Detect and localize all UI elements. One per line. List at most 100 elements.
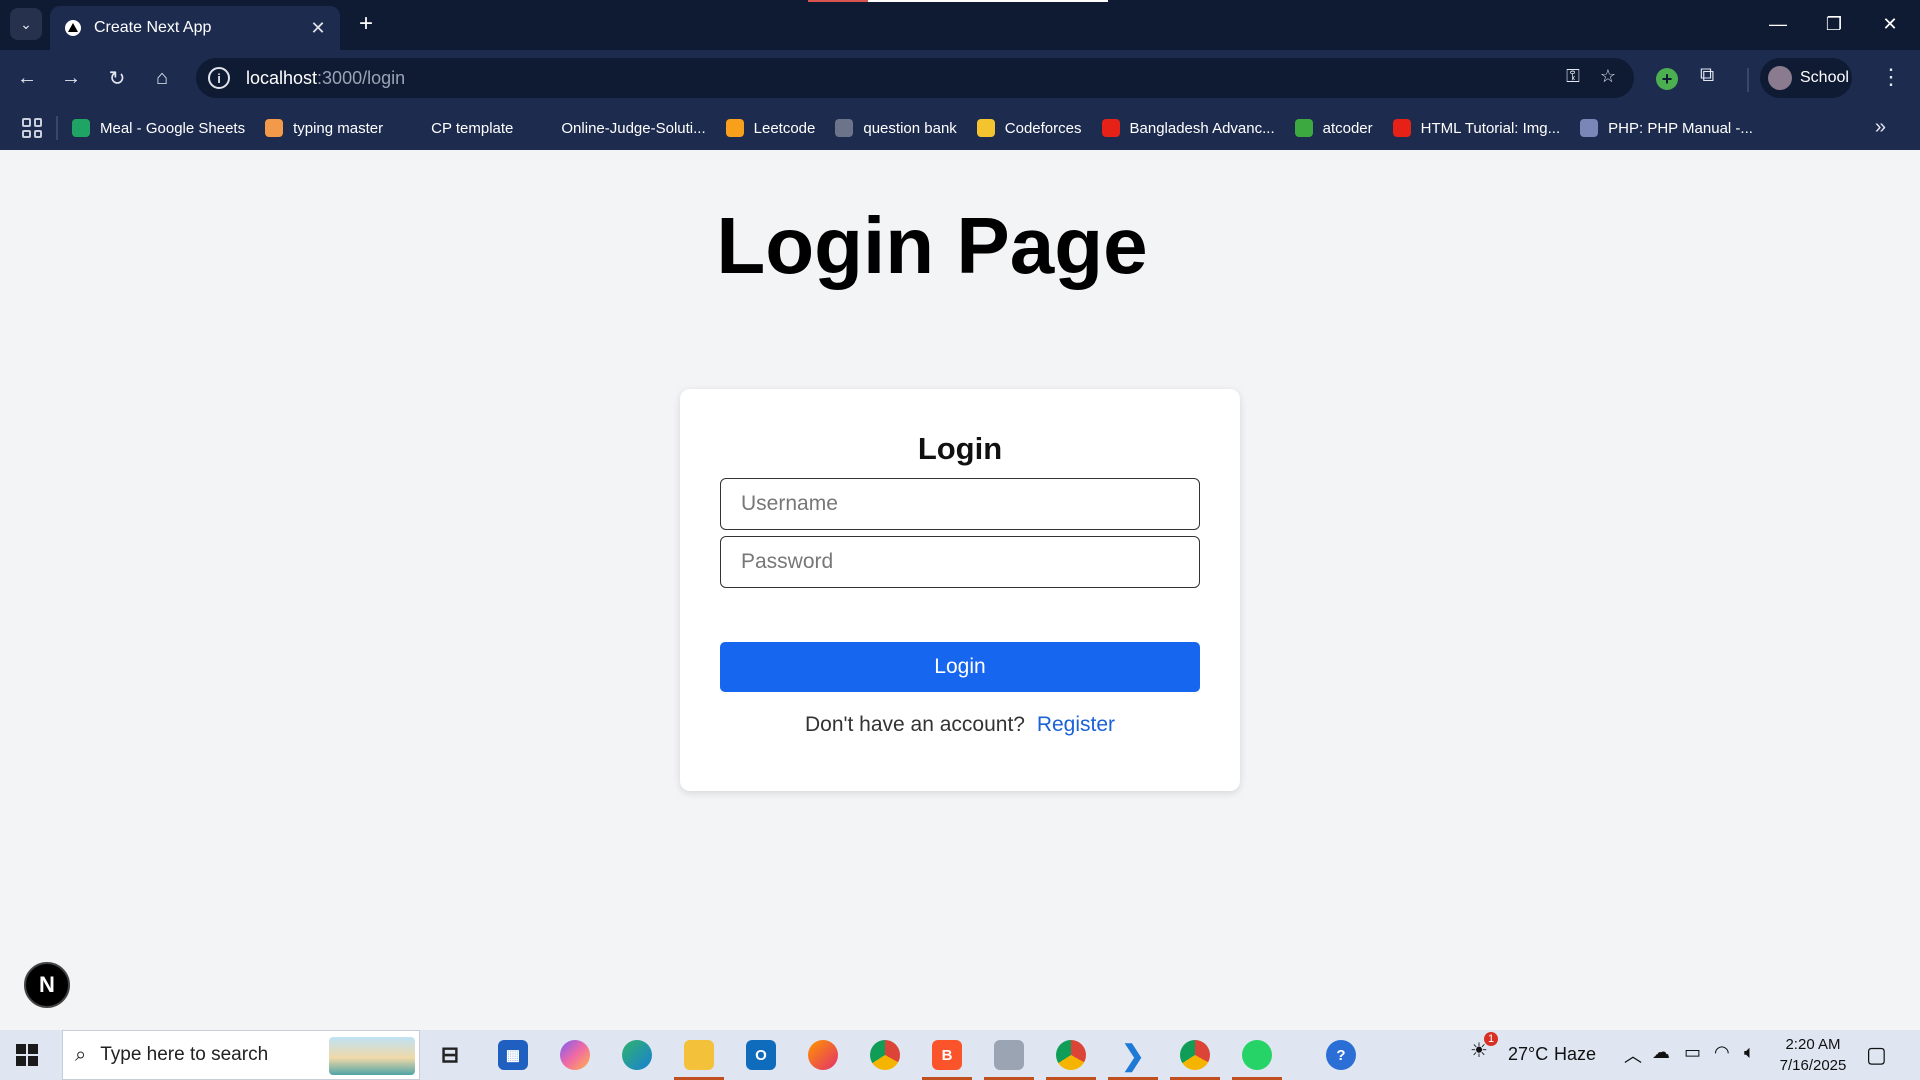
file-explorer-icon[interactable]	[684, 1040, 714, 1070]
chrome-second-profile-icon[interactable]	[1180, 1040, 1210, 1070]
weather-temperature: 27°C	[1508, 1044, 1549, 1064]
bookmark-label: HTML Tutorial: Img...	[1420, 119, 1561, 137]
globe-icon	[835, 119, 854, 137]
google-sheets-icon	[72, 119, 90, 137]
bookmark-label: Online-Judge-Soluti...	[561, 119, 706, 137]
bookmark-item[interactable]: Online-Judge-Soluti...	[533, 119, 706, 137]
page-title: Login Page	[716, 201, 1148, 290]
vscode-icon[interactable]: ❯	[1118, 1040, 1148, 1071]
typing-master-icon	[265, 119, 284, 137]
weather-alert-badge: 1	[1484, 1032, 1498, 1046]
atcoder-icon	[1294, 119, 1313, 137]
bookmark-item[interactable]: PHP: PHP Manual -...	[1580, 119, 1753, 137]
bookmark-label: question bank	[863, 119, 957, 137]
help-icon[interactable]: ?	[1326, 1040, 1356, 1070]
codeforces-icon	[976, 119, 995, 137]
site-info-icon[interactable]: i	[208, 67, 230, 89]
address-bar[interactable]: i localhost:3000/login ⚿ ☆	[196, 58, 1634, 98]
back-arrow-icon[interactable]: ←	[12, 63, 42, 93]
search-highlight-image	[329, 1037, 415, 1075]
bookmark-item[interactable]: Meal - Google Sheets	[72, 119, 245, 137]
photos-icon[interactable]	[994, 1040, 1024, 1070]
extensions-puzzle-icon[interactable]: ⧉	[1700, 64, 1714, 87]
nextjs-favicon-icon	[64, 19, 82, 37]
browser-menu-icon[interactable]: ⋮	[1880, 64, 1902, 90]
clock-time: 2:20 AM	[1785, 1036, 1841, 1053]
more-bookmarks-icon[interactable]: »	[1875, 116, 1886, 139]
bookmark-item[interactable]: question bank	[835, 119, 957, 137]
login-form-title: Login	[917, 431, 1003, 466]
username-input[interactable]	[720, 478, 1200, 530]
notifications-icon[interactable]: ▢	[1866, 1042, 1887, 1068]
tab-active[interactable]: Create Next App ✕	[50, 6, 340, 50]
github-icon	[533, 119, 552, 137]
bookmark-item[interactable]: Bangladesh Advanc...	[1101, 119, 1275, 137]
minimize-button[interactable]: —	[1758, 8, 1798, 40]
bookmark-item[interactable]: HTML Tutorial: Img...	[1392, 119, 1561, 137]
reload-icon[interactable]: ↻	[102, 63, 132, 93]
bookmark-star-icon[interactable]: ☆	[1600, 66, 1616, 87]
search-placeholder: Type here to search	[100, 1044, 269, 1065]
chrome-profile-icon[interactable]	[1056, 1040, 1086, 1070]
leetcode-icon	[725, 119, 744, 137]
whatsapp-icon[interactable]	[1242, 1040, 1272, 1070]
search-icon: ⌕	[75, 1043, 87, 1066]
bookmark-list: Meal - Google Sheets typing master CP temp…	[72, 119, 1773, 137]
nextjs-dev-tools-button[interactable]: N	[24, 962, 70, 1008]
bookmarks-bar: Meal - Google Sheets typing master CP temp…	[0, 106, 1920, 150]
chrome-icon[interactable]	[870, 1040, 900, 1070]
brave-icon[interactable]: B	[932, 1040, 962, 1070]
bookmark-item[interactable]: Leetcode	[725, 119, 815, 137]
home-icon[interactable]: ⌂	[147, 63, 177, 93]
microsoft-store-icon[interactable]: ▦	[498, 1040, 528, 1070]
forward-arrow-icon[interactable]: →	[56, 63, 86, 93]
copilot-icon[interactable]	[560, 1040, 590, 1070]
bookmark-item[interactable]: CP template	[403, 119, 513, 137]
github-icon	[403, 119, 422, 137]
battery-icon[interactable]: ▭	[1684, 1042, 1701, 1063]
url-host: localhost	[246, 67, 318, 88]
password-key-icon[interactable]: ⚿	[1566, 66, 1580, 87]
taskbar-search-box[interactable]: ⌕ Type here to search	[62, 1030, 420, 1080]
tab-strip-highlight-red	[808, 0, 868, 2]
password-input[interactable]	[720, 536, 1200, 588]
profile-label: School	[1800, 69, 1849, 86]
bookmark-label: PHP: PHP Manual -...	[1608, 119, 1753, 137]
close-window-button[interactable]: ✕	[1870, 8, 1910, 40]
login-button[interactable]: Login	[720, 642, 1200, 692]
bookmark-label: CP template	[431, 119, 514, 137]
profile-button[interactable]: School	[1760, 58, 1852, 98]
url-path: :3000/login	[317, 67, 406, 88]
wifi-icon[interactable]: ◠	[1714, 1042, 1730, 1063]
page-content: Login Page Login Login Don't have an acc…	[0, 150, 1920, 1030]
new-tab-button[interactable]: +	[352, 10, 380, 38]
register-link[interactable]: Register	[1037, 713, 1115, 736]
windows-taskbar: ⌕ Type here to search ⊟ ▦ O B ❯ ? ☀ 1 27…	[0, 1030, 1920, 1080]
bookmark-label: atcoder	[1322, 119, 1373, 137]
extension-plus-icon[interactable]: +	[1656, 68, 1678, 90]
apps-grid-icon[interactable]	[22, 118, 42, 138]
close-tab-icon[interactable]: ✕	[304, 14, 332, 42]
bookmark-label: Bangladesh Advanc...	[1129, 119, 1275, 137]
bookmark-label: typing master	[293, 119, 384, 137]
restore-button[interactable]: ❐	[1814, 8, 1854, 40]
windows-start-icon[interactable]	[16, 1044, 38, 1066]
system-clock[interactable]: 2:20 AM 7/16/2025	[1778, 1034, 1848, 1076]
onedrive-icon[interactable]: ☁	[1652, 1042, 1670, 1063]
register-prompt-text: Don't have an account?	[804, 713, 1025, 736]
edge-icon[interactable]	[622, 1040, 652, 1070]
url-text: localhost:3000/login	[246, 68, 405, 89]
bookmark-label: Meal - Google Sheets	[100, 119, 246, 137]
volume-icon[interactable]: 🔈︎	[1744, 1042, 1755, 1063]
youtube-icon	[1101, 119, 1120, 137]
php-icon	[1580, 119, 1599, 137]
firefox-icon[interactable]	[808, 1040, 838, 1070]
bookmark-item[interactable]: atcoder	[1294, 119, 1373, 137]
bookmark-item[interactable]: typing master	[265, 119, 383, 137]
task-view-icon[interactable]: ⊟	[435, 1040, 465, 1070]
bookmark-item[interactable]: Codeforces	[976, 119, 1082, 137]
avatar	[1768, 66, 1792, 90]
tab-search-button[interactable]: ⌄	[10, 8, 42, 40]
chevron-up-icon[interactable]: ︿	[1624, 1042, 1642, 1068]
outlook-icon[interactable]: O	[746, 1040, 776, 1070]
